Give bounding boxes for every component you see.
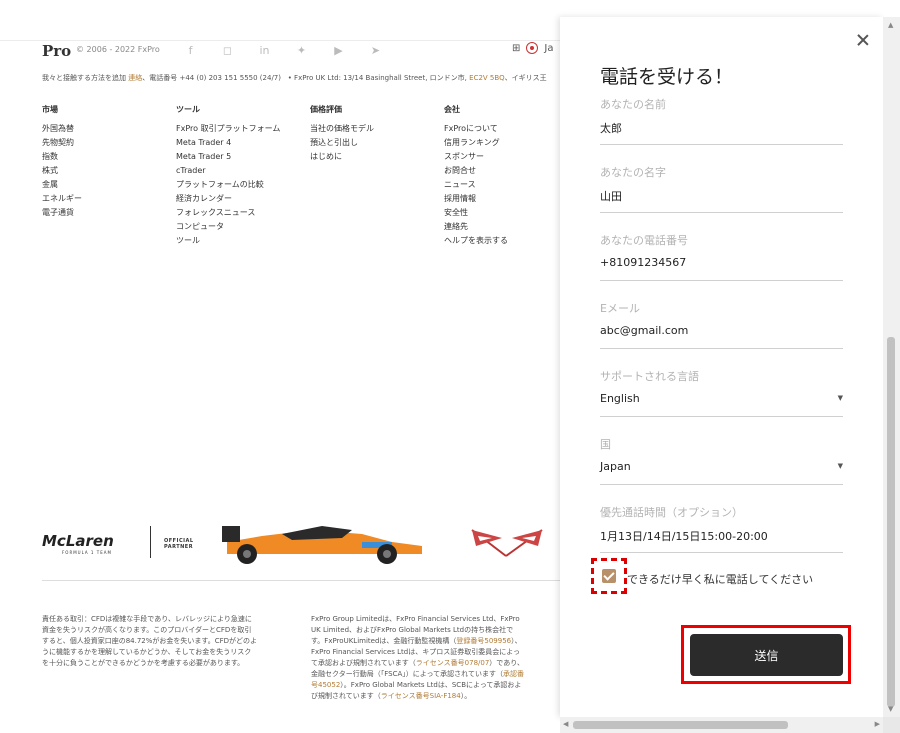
- scroll-down-icon[interactable]: ▼: [888, 705, 893, 713]
- first-name-field: あなたの名前 太郎: [600, 96, 843, 145]
- caret-down-icon: ▼: [837, 462, 843, 470]
- field-label: 優先通話時間（オプション）: [600, 506, 743, 519]
- caret-down-icon: ▼: [837, 394, 843, 402]
- field-label: あなたの電話番号: [600, 234, 688, 247]
- email-input[interactable]: abc@gmail.com: [600, 324, 843, 349]
- submit-highlight: 送信: [681, 625, 851, 684]
- call-asap-label[interactable]: できるだけ早く私に電話してください: [627, 571, 813, 587]
- scrollbar-thumb[interactable]: [573, 721, 788, 729]
- vertical-scrollbar[interactable]: ▲ ▼: [883, 17, 900, 717]
- scrollbar-corner: [883, 717, 900, 733]
- field-label: 国: [600, 438, 611, 451]
- country-select[interactable]: Japan ▼: [600, 460, 843, 485]
- scroll-right-icon[interactable]: ▶: [875, 720, 880, 728]
- call-asap-checkbox[interactable]: [602, 569, 616, 583]
- call-time-field: 優先通話時間（オプション） 1月13日/14日/15日15:00-20:00: [600, 504, 843, 553]
- scroll-left-icon[interactable]: ◀: [563, 720, 568, 728]
- scroll-up-icon[interactable]: ▲: [888, 21, 893, 29]
- modal-overlay[interactable]: [0, 0, 560, 733]
- language-field: サポートされる言語 English ▼: [600, 368, 843, 417]
- language-select-value: English: [600, 392, 640, 405]
- phone-field: あなたの電話番号 +81091234567: [600, 232, 843, 281]
- field-label: Eメール: [600, 302, 640, 315]
- checkbox-highlight: [591, 558, 627, 594]
- country-field: 国 Japan ▼: [600, 436, 843, 485]
- last-name-input[interactable]: 山田: [600, 188, 843, 213]
- field-label: あなたの名前: [600, 98, 666, 111]
- call-time-input[interactable]: 1月13日/14日/15日15:00-20:00: [600, 528, 843, 553]
- callback-modal: 電話を受ける！ あなたの名前 太郎 あなたの名字 山田 あなたの電話番号 +81…: [560, 17, 883, 717]
- submit-button[interactable]: 送信: [690, 634, 843, 676]
- scrollbar-thumb[interactable]: [887, 337, 895, 707]
- modal-title: 電話を受ける！: [600, 66, 734, 88]
- close-icon[interactable]: [856, 33, 870, 47]
- field-label: サポートされる言語: [600, 370, 699, 383]
- language-select[interactable]: English ▼: [600, 392, 843, 417]
- horizontal-scrollbar[interactable]: ◀ ▶: [560, 717, 883, 733]
- last-name-field: あなたの名字 山田: [600, 164, 843, 213]
- country-select-value: Japan: [600, 460, 631, 473]
- first-name-input[interactable]: 太郎: [600, 120, 843, 145]
- phone-input[interactable]: +81091234567: [600, 256, 843, 281]
- email-field: Eメール abc@gmail.com: [600, 300, 843, 349]
- field-label: あなたの名字: [600, 166, 666, 179]
